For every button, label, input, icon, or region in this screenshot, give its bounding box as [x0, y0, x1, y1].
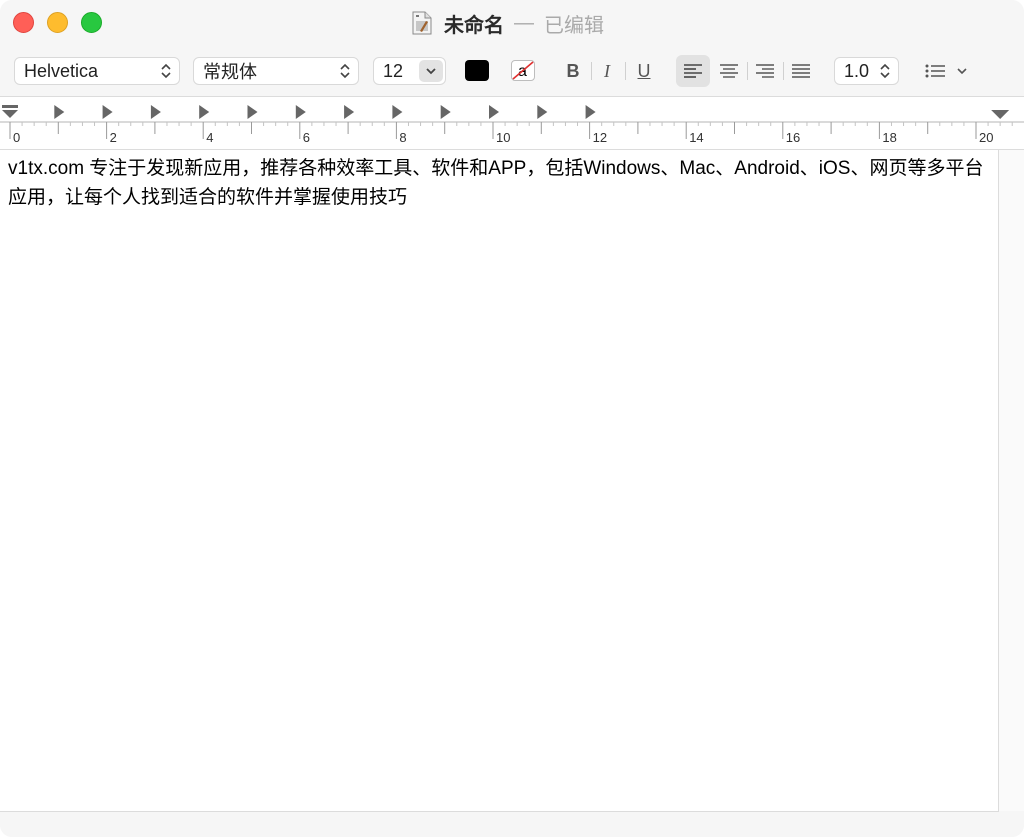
- edited-status: 已编辑: [544, 14, 604, 37]
- ruler[interactable]: 0 2 4 6 8 10 12 14 16 18 20: [0, 97, 1024, 150]
- separator: [625, 62, 626, 80]
- ruler-label: 20: [979, 130, 993, 145]
- tab-stop-marker: [54, 105, 65, 119]
- font-size-combo[interactable]: 12: [373, 57, 446, 85]
- italic-button[interactable]: I: [596, 57, 618, 85]
- align-left-button[interactable]: [676, 55, 710, 87]
- tab-stop-marker: [344, 105, 355, 119]
- align-right-button[interactable]: [748, 55, 782, 87]
- ruler-label: 2: [110, 130, 117, 145]
- document-text[interactable]: v1tx.com 专注于发现新应用，推荐各种效率工具、软件和APP，包括Wind…: [8, 154, 998, 212]
- tab-stop-marker: [150, 105, 161, 119]
- tab-stop-marker: [295, 105, 306, 119]
- tab-stop-marker: [102, 105, 113, 119]
- ruler-label: 12: [593, 130, 607, 145]
- chevron-down-icon: [957, 68, 967, 75]
- separator: [591, 62, 592, 80]
- document-name: 未命名: [444, 14, 504, 37]
- line-spacing-popup[interactable]: 1.0: [834, 57, 899, 85]
- ruler-label: 14: [689, 130, 703, 145]
- font-size-value: 12: [383, 60, 404, 81]
- updown-chevron-icon: [161, 63, 171, 79]
- list-style-button[interactable]: [918, 57, 974, 85]
- tab-stop-marker: [440, 105, 451, 119]
- ruler-label: 10: [496, 130, 510, 145]
- no-highlight-icon: a: [512, 61, 534, 80]
- font-family-popup[interactable]: Helvetica: [14, 57, 180, 85]
- underline-button[interactable]: U: [632, 57, 656, 85]
- ruler-label: 0: [13, 130, 20, 145]
- tab-stop-marker: [489, 105, 499, 119]
- document-icon: [412, 11, 432, 35]
- ruler-scale: 0 2 4 6 8 10 12 14 16 18 20: [0, 105, 1024, 145]
- font-family-value: Helvetica: [24, 60, 99, 81]
- tab-stop-marker: [199, 105, 210, 119]
- title-separator: —: [514, 11, 534, 34]
- updown-chevron-icon: [340, 63, 350, 79]
- line-spacing-value: 1.0: [844, 60, 870, 81]
- text-editor[interactable]: v1tx.com 专注于发现新应用，推荐各种效率工具、软件和APP，包括Wind…: [0, 150, 999, 812]
- minimize-button[interactable]: [47, 12, 68, 33]
- ruler-label: 8: [399, 130, 406, 145]
- vertical-scrollbar[interactable]: [999, 150, 1024, 811]
- bold-button[interactable]: B: [560, 57, 586, 85]
- title-bar: 未命名 — 已编辑 Helvetica 常规体 12 a: [0, 0, 1024, 97]
- justify-button[interactable]: [784, 55, 818, 87]
- text-color-well[interactable]: [465, 60, 489, 81]
- zoom-button[interactable]: [81, 12, 102, 33]
- font-style-value: 常规体: [203, 62, 257, 82]
- ruler-label: 4: [206, 130, 213, 145]
- justify-icon: [792, 64, 810, 78]
- align-left-icon: [684, 64, 702, 78]
- alignment-group: [676, 55, 816, 87]
- tab-stop-marker: [392, 105, 403, 119]
- highlight-color-well[interactable]: a: [511, 60, 535, 81]
- chevron-down-icon: [426, 68, 436, 75]
- window-title: 未命名 — 已编辑: [412, 10, 604, 37]
- textedit-window: 未命名 — 已编辑 Helvetica 常规体 12 a: [0, 0, 1024, 837]
- indent-marker-icon: [2, 105, 18, 118]
- right-margin-marker-icon: [991, 110, 1010, 119]
- font-style-popup[interactable]: 常规体: [193, 57, 359, 85]
- horizontal-scrollbar[interactable]: [0, 812, 1024, 837]
- tab-stop-marker: [247, 105, 258, 119]
- ruler-label: 16: [786, 130, 800, 145]
- tab-stop-marker: [585, 105, 596, 119]
- font-size-dropdown-button[interactable]: [419, 60, 443, 82]
- list-icon: [925, 64, 945, 78]
- ruler-label: 6: [303, 130, 310, 145]
- align-right-icon: [756, 64, 774, 78]
- align-center-icon: [720, 64, 738, 78]
- ruler-label: 18: [882, 130, 896, 145]
- close-button[interactable]: [13, 12, 34, 33]
- updown-chevron-icon: [880, 63, 890, 79]
- tab-stop-marker: [537, 105, 548, 119]
- align-center-button[interactable]: [712, 55, 746, 87]
